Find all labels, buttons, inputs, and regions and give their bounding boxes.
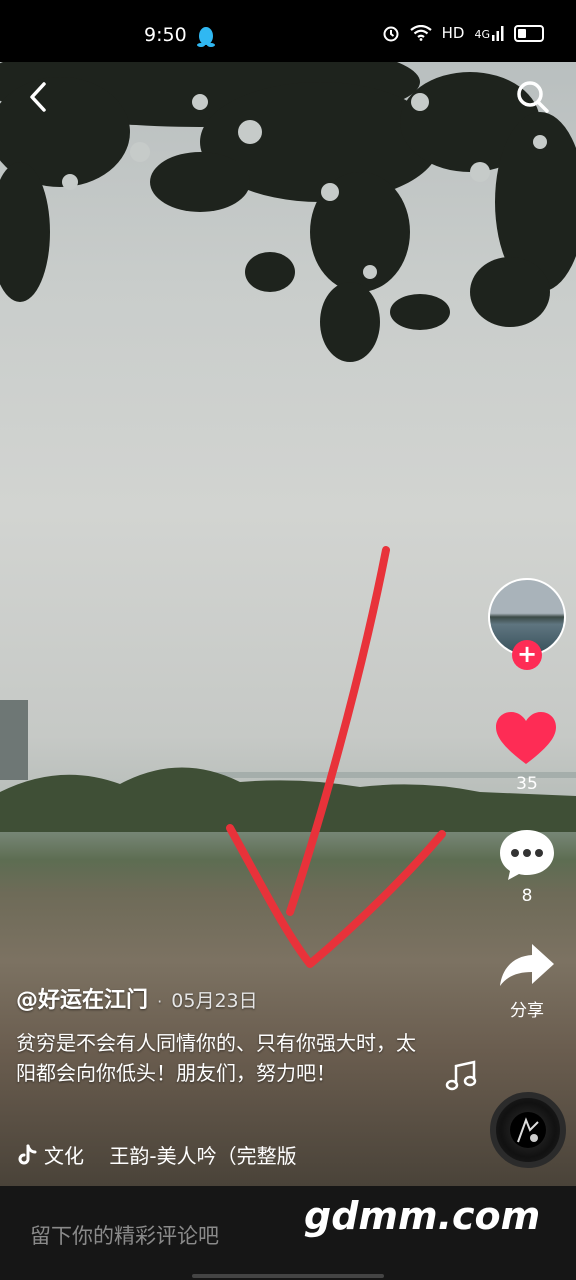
comment-bubble-icon[interactable] bbox=[498, 828, 556, 882]
follow-button[interactable]: + bbox=[512, 640, 542, 670]
post-caption: @好运在江门 · 05月23日 贫穷是不会有人同情你的、只有你强大时，太阳都会向… bbox=[16, 982, 436, 1088]
share-label: 分享 bbox=[510, 1001, 544, 1021]
network-hd-label: HD bbox=[441, 24, 465, 42]
back-icon[interactable] bbox=[22, 78, 56, 116]
music-title: 文化 王韵-美人吟（完整版 bbox=[44, 1144, 297, 1168]
heart-icon[interactable] bbox=[496, 712, 556, 766]
comment-count: 8 bbox=[521, 886, 533, 906]
comment-input[interactable]: 留下你的精彩评论吧 bbox=[30, 1220, 219, 1250]
watermark: gdmm.com bbox=[304, 1194, 541, 1238]
author-username[interactable]: @好运在江门 bbox=[16, 988, 148, 1013]
like-count: 35 bbox=[516, 774, 538, 794]
signal-indicator: 4G bbox=[474, 25, 504, 41]
status-bar: 9:50 HD 4G bbox=[0, 0, 576, 62]
alarm-icon bbox=[383, 26, 399, 42]
home-indicator bbox=[192, 1274, 384, 1278]
signal-label: 4G bbox=[474, 28, 490, 41]
music-info[interactable]: 文化 王韵-美人吟（完整版 bbox=[16, 1140, 316, 1169]
share-arrow-icon[interactable] bbox=[498, 942, 556, 988]
music-note-icon bbox=[445, 1060, 477, 1091]
search-icon[interactable] bbox=[514, 78, 552, 116]
post-date: 05月23日 bbox=[171, 990, 258, 1012]
wifi-icon bbox=[409, 25, 432, 41]
post-description: 贫穷是不会有人同情你的、只有你强大时，太阳都会向你低头！朋友们，努力吧！ bbox=[16, 1031, 416, 1085]
music-cover bbox=[510, 1112, 546, 1148]
signal-bars-icon bbox=[492, 26, 504, 41]
music-cover-art bbox=[517, 1117, 539, 1143]
douyin-logo-icon bbox=[18, 1144, 37, 1164]
battery-icon bbox=[514, 24, 544, 42]
separator-dot: · bbox=[157, 992, 163, 1011]
status-time: 9:50 bbox=[144, 24, 187, 46]
status-indicators: HD 4G bbox=[382, 24, 544, 42]
music-disc[interactable] bbox=[490, 1092, 566, 1168]
qq-penguin-icon bbox=[197, 27, 215, 47]
